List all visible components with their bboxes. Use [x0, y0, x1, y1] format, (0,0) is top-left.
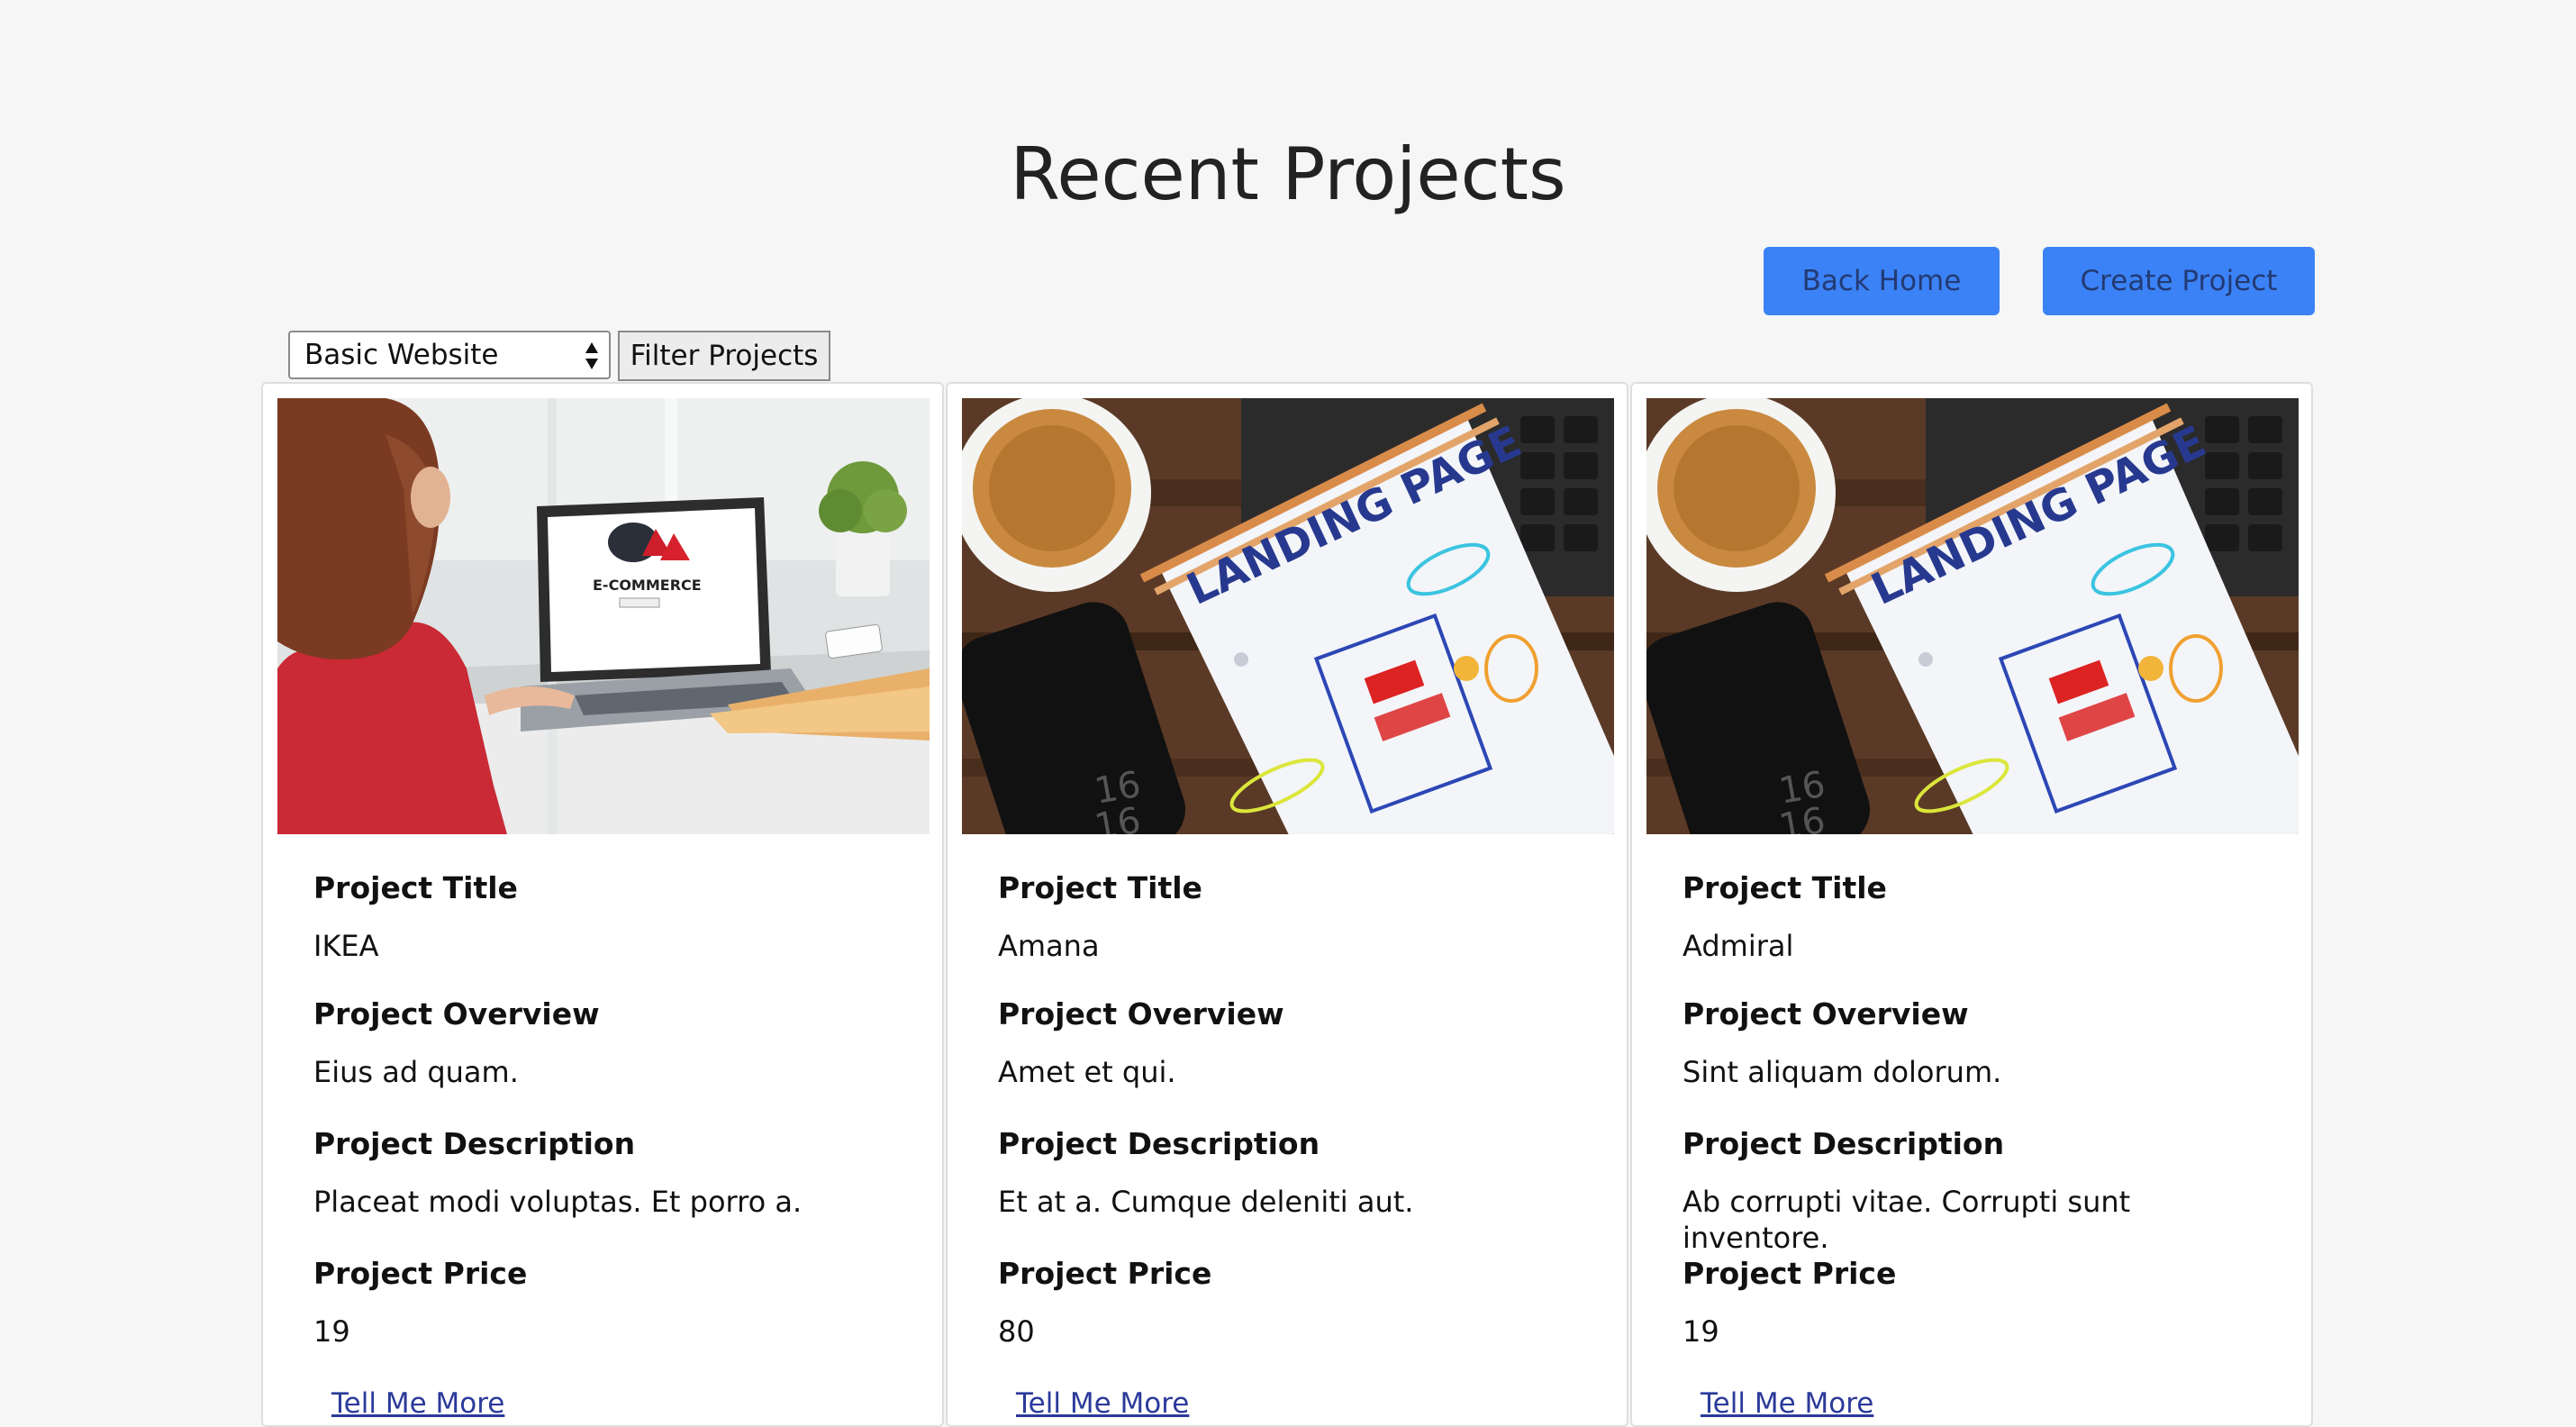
image-caption: E-COMMERCE	[593, 577, 702, 594]
project-description-label: Project Description	[998, 1126, 1320, 1161]
project-price-label: Project Price	[1683, 1256, 1897, 1291]
project-overview-label: Project Overview	[1683, 996, 1969, 1032]
select-arrows-icon	[585, 342, 598, 369]
project-description-value: Ab corrupti vitae. Corrupti sunt invento…	[1683, 1185, 2131, 1255]
project-overview-value: Sint aliquam dolorum.	[1683, 1055, 2002, 1089]
create-project-button[interactable]: Create Project	[2043, 247, 2315, 315]
page-title: Recent Projects	[1010, 132, 1566, 216]
project-price-value: 19	[313, 1314, 350, 1349]
project-title-value: Amana	[998, 929, 1100, 963]
project-image: 16 16 LANDING PAGE	[1646, 398, 2299, 834]
project-card: 16 16 LANDING PAGE Project Title Amana P…	[946, 382, 1628, 1427]
project-overview-label: Project Overview	[313, 996, 600, 1032]
filter-projects-button[interactable]: Filter Projects	[618, 331, 830, 381]
project-description-value: Placeat modi voluptas. Et porro a.	[313, 1185, 803, 1219]
project-description-label: Project Description	[1683, 1126, 2005, 1161]
project-title-value: Admiral	[1683, 929, 1794, 963]
project-price-label: Project Price	[313, 1256, 528, 1291]
project-price-label: Project Price	[998, 1256, 1212, 1291]
project-card: 16 16 LANDING PAGE Project Title Admiral…	[1630, 382, 2313, 1427]
project-description-label: Project Description	[313, 1126, 636, 1161]
project-image: 16 16 LANDING PAGE	[962, 398, 1614, 834]
tell-me-more-link[interactable]: Tell Me More	[1701, 1386, 2284, 1422]
project-type-select[interactable]: Basic Website	[288, 331, 611, 379]
project-image: E-COMMERCE	[277, 398, 930, 834]
project-title-label: Project Title	[313, 870, 518, 905]
project-card: E-COMMERCE Project Title IKEA Project Ov…	[261, 382, 944, 1427]
select-value: Basic Website	[304, 339, 499, 371]
project-price-value: 19	[1683, 1314, 1719, 1349]
project-overview-value: Eius ad quam.	[313, 1055, 519, 1089]
project-overview-label: Project Overview	[998, 996, 1284, 1032]
project-description-value: Et at a. Cumque deleniti aut.	[998, 1185, 1414, 1219]
project-overview-value: Amet et qui.	[998, 1055, 1176, 1089]
project-title-label: Project Title	[998, 870, 1202, 905]
project-price-value: 80	[998, 1314, 1035, 1349]
tell-me-more-link[interactable]: Tell Me More	[331, 1386, 915, 1422]
project-title-label: Project Title	[1683, 870, 1887, 905]
back-home-button[interactable]: Back Home	[1764, 247, 2000, 315]
tell-me-more-link[interactable]: Tell Me More	[1016, 1386, 1600, 1422]
project-title-value: IKEA	[313, 929, 379, 963]
